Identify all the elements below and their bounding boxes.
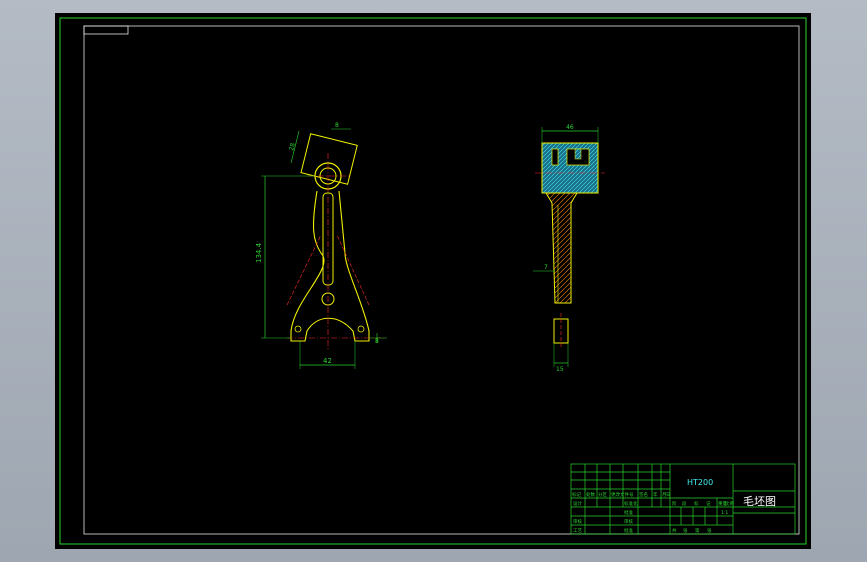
sheet-label: 第 bbox=[695, 527, 700, 534]
dim-front-bottom-small: 8 bbox=[375, 338, 379, 345]
dim-side-bottom-width: 15 bbox=[556, 366, 564, 373]
header-cell: 日 bbox=[666, 492, 671, 498]
dim-front-top-width: 8 bbox=[335, 122, 339, 129]
dim-side-mid: 7 bbox=[544, 264, 548, 271]
sheet-label: 张 bbox=[683, 527, 688, 534]
header-cell: 年 bbox=[653, 491, 658, 498]
mid-label: 标准化 bbox=[624, 500, 638, 507]
left-label: 设计 bbox=[573, 500, 582, 507]
side-view: 46 7 15 bbox=[533, 124, 605, 373]
stage-label: 标 bbox=[694, 500, 699, 507]
dim-front-height: 134.4 bbox=[255, 242, 263, 263]
header-cell: 分区 bbox=[598, 491, 607, 498]
head-block bbox=[300, 133, 358, 185]
mid-label: 审核 bbox=[624, 518, 633, 525]
stage-label: 比例 bbox=[725, 500, 734, 507]
header-cell: 处数 bbox=[586, 491, 595, 498]
dim-front-head-size: 28 bbox=[288, 142, 297, 151]
side-shank bbox=[545, 192, 578, 304]
stage-label: 段 bbox=[682, 500, 687, 507]
cad-viewport[interactable]: 134.4 42 8 8 28 46 7 15 HT200 毛坯图 标记 处数 … bbox=[0, 0, 867, 562]
drawing-name: 毛坯图 bbox=[743, 495, 776, 508]
drawing-sheet: 134.4 42 8 8 28 46 7 15 HT200 毛坯图 标记 处数 … bbox=[55, 13, 811, 549]
mid-label: 批准 bbox=[624, 527, 633, 534]
stage-label: 记 bbox=[706, 500, 711, 507]
dim-side-top-width: 46 bbox=[566, 124, 574, 131]
front-view: 134.4 42 8 8 28 bbox=[255, 122, 387, 369]
outer-frame bbox=[59, 17, 807, 545]
material-label: HT200 bbox=[687, 478, 713, 487]
drawing-canvas: 134.4 42 8 8 28 46 7 15 HT200 毛坯图 标记 处数 … bbox=[59, 17, 807, 545]
inner-frame bbox=[83, 25, 800, 535]
header-cell: 更改文件号 bbox=[611, 491, 634, 498]
corner-label-box bbox=[83, 25, 129, 35]
stage-label: 阶 bbox=[672, 500, 677, 507]
header-cell: 标记 bbox=[572, 491, 581, 498]
scale-value: 1:1 bbox=[721, 510, 728, 516]
left-label: 工艺 bbox=[573, 528, 582, 534]
mid-label: 批准 bbox=[624, 509, 633, 516]
sheet-label: 共 bbox=[672, 527, 677, 534]
header-cell: 签名 bbox=[639, 491, 648, 498]
sheet-label: 张 bbox=[707, 527, 712, 534]
left-label: 审核 bbox=[573, 518, 582, 525]
dim-front-bottom-width: 42 bbox=[323, 357, 332, 365]
shank-outline bbox=[290, 190, 370, 342]
